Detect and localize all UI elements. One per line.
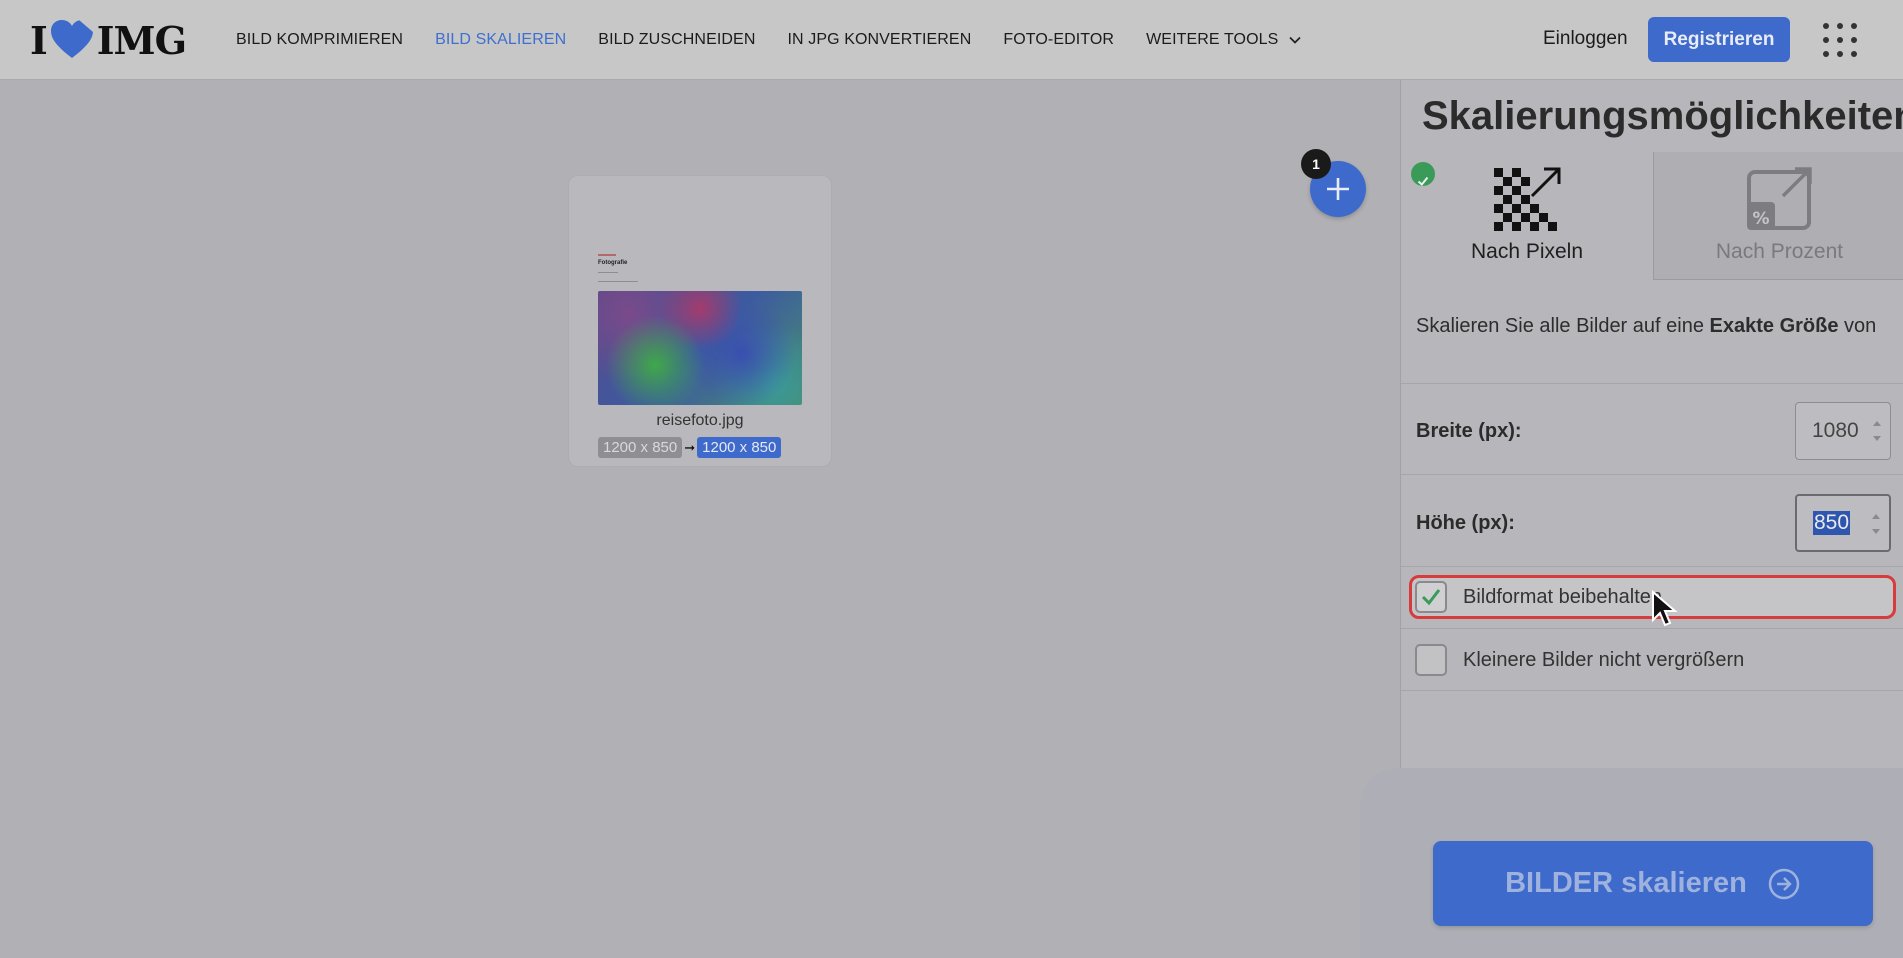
- resize-images-button[interactable]: BILDER skalieren: [1433, 841, 1873, 926]
- thumbnail-line: [598, 281, 638, 282]
- nav-weitere-tools-label: WEITERE TOOLS: [1146, 31, 1279, 48]
- nav-bild-zuschneiden[interactable]: BILD ZUSCHNEIDEN: [598, 31, 755, 49]
- thumbnail-accent-line: [598, 254, 616, 256]
- top-header: I IMG BILD KOMPRIMIEREN BILD SKALIEREN B…: [0, 0, 1903, 80]
- width-label: Breite (px):: [1416, 419, 1522, 442]
- main-nav: BILD KOMPRIMIEREN BILD SKALIEREN BILD ZU…: [236, 0, 1334, 80]
- divider: [1401, 690, 1903, 691]
- width-input[interactable]: 1080: [1795, 402, 1891, 460]
- divider: [1401, 566, 1903, 567]
- chevron-down-icon: [1289, 36, 1302, 44]
- tab-by-pixels-label: Nach Pixeln: [1470, 240, 1584, 263]
- nav-bild-skalieren[interactable]: BILD SKALIEREN: [435, 31, 566, 49]
- login-link[interactable]: Einloggen: [1543, 28, 1628, 50]
- file-name: reisefoto.jpg: [656, 412, 744, 429]
- width-field-row: Breite (px): 1080: [1416, 402, 1891, 460]
- spinner-arrows-icon[interactable]: [1872, 417, 1882, 445]
- sidebar-title: Skalierungsmöglichkeiten: [1422, 94, 1903, 138]
- iloveimg-logo[interactable]: I IMG: [30, 17, 187, 63]
- heart-icon: [50, 20, 93, 58]
- nav-foto-editor[interactable]: FOTO-EDITOR: [1003, 31, 1114, 49]
- no-enlarge-checkbox[interactable]: Kleinere Bilder nicht vergrößern: [1409, 638, 1896, 682]
- nav-in-jpg-konvertieren[interactable]: IN JPG KONVERTIEREN: [787, 31, 971, 49]
- no-enlarge-box[interactable]: [1415, 644, 1447, 676]
- svg-text:%: %: [1752, 209, 1769, 229]
- height-value: 850: [1813, 511, 1851, 535]
- tab-by-pixels[interactable]: Nach Pixeln: [1401, 152, 1653, 280]
- percent-resize-icon: %: [1746, 167, 1812, 230]
- grid-icon[interactable]: [1822, 22, 1858, 58]
- divider: [1401, 383, 1903, 384]
- arrow-right-icon: ➞: [684, 439, 696, 455]
- keep-aspect-ratio-label: Bildformat beibehalten: [1463, 585, 1663, 608]
- tab-by-percent[interactable]: % Nach Prozent: [1653, 152, 1903, 280]
- plus-icon: [1327, 178, 1349, 200]
- arrow-right-circle-icon: [1768, 868, 1800, 899]
- description-prefix: Skalieren Sie alle Bilder auf eine: [1416, 315, 1710, 337]
- checkmark-icon: [1421, 589, 1441, 606]
- resize-description: Skalieren Sie alle Bilder auf eine Exakt…: [1416, 312, 1886, 340]
- height-input[interactable]: 850: [1795, 494, 1891, 552]
- height-label: Höhe (px):: [1416, 511, 1515, 534]
- width-value: 1080: [1812, 419, 1859, 442]
- nav-bild-komprimieren[interactable]: BILD KOMPRIMIEREN: [236, 31, 403, 49]
- resize-images-label: BILDER skalieren: [1505, 867, 1747, 899]
- thumbnail-title: Fotografie: [598, 260, 628, 266]
- size-change-info: 1200 x 850 ➞ 1200 x 850: [598, 437, 782, 458]
- description-suffix: von: [1838, 315, 1877, 337]
- thumbnail-line: [598, 272, 618, 273]
- tab-by-percent-label: Nach Prozent: [1715, 240, 1844, 263]
- description-bold: Exakte Größe: [1709, 315, 1839, 337]
- divider: [1401, 474, 1903, 475]
- new-size-badge: 1200 x 850: [697, 437, 782, 458]
- keep-aspect-ratio-box[interactable]: [1415, 581, 1447, 613]
- logo-text-img: IMG: [96, 17, 187, 63]
- height-field-row: Höhe (px): 850: [1416, 494, 1891, 552]
- logo-letter-i: I: [30, 17, 48, 63]
- no-enlarge-label: Kleinere Bilder nicht vergrößern: [1463, 648, 1745, 671]
- file-card[interactable]: Fotografie reisefoto.jpg 1200 x 850 ➞ 12…: [568, 175, 832, 467]
- spinner-arrows-icon[interactable]: [1871, 510, 1881, 538]
- mouse-cursor-icon: [1652, 590, 1678, 627]
- nav-weitere-tools[interactable]: WEITERE TOOLS: [1146, 31, 1302, 49]
- selected-check-icon: [1411, 162, 1435, 186]
- register-button[interactable]: Registrieren: [1648, 17, 1790, 62]
- original-size-badge: 1200 x 850: [598, 437, 683, 458]
- pixels-resize-icon: [1494, 167, 1561, 231]
- file-thumbnail-header: Fotografie: [598, 254, 802, 286]
- file-thumbnail-image: [598, 291, 802, 405]
- file-count-badge: 1: [1301, 149, 1331, 179]
